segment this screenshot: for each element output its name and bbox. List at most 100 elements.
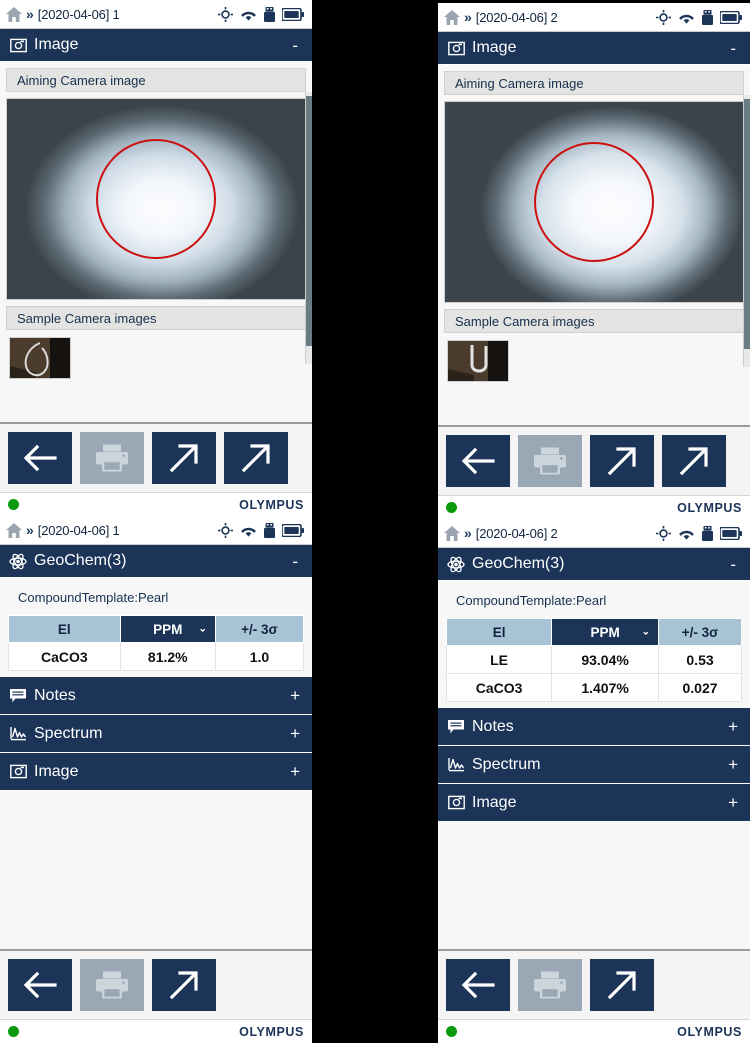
- expand-toggle[interactable]: +: [290, 763, 300, 780]
- section-header-geochem-3-[interactable]: GeoChem(3) -: [438, 548, 750, 581]
- section-header-image[interactable]: Image -: [438, 32, 750, 65]
- device-screen-left-top: » [2020-04-06] 1 Image - Aiming Camera image…: [0, 0, 312, 516]
- scrollbar-thumb[interactable]: [306, 96, 312, 346]
- status-led: [8, 1026, 19, 1037]
- chevron-right-icon[interactable]: »: [464, 10, 472, 24]
- chevron-right-icon[interactable]: »: [26, 523, 34, 537]
- section-header-image[interactable]: Image -: [0, 29, 312, 62]
- image-scrollbar[interactable]: [743, 95, 750, 367]
- breadcrumb: [2020-04-06] 2: [475, 525, 558, 541]
- table-row: CaCO3 81.2% 1.0: [8, 642, 305, 671]
- camera-icon: [446, 795, 466, 810]
- section-title: GeoChem(3): [34, 552, 127, 569]
- aiming-reticle-circle: [96, 139, 216, 259]
- accordion-row-spectrum[interactable]: Spectrum +: [438, 746, 750, 784]
- home-icon[interactable]: [6, 522, 22, 538]
- expand-toggle[interactable]: +: [290, 725, 300, 742]
- geochem-panel-body: CompoundTemplate:Pearl El PPM ⌄ +/- 3σ LE 93.0…: [438, 581, 750, 949]
- toolbar: [0, 949, 312, 1019]
- accordion-row-spectrum[interactable]: Spectrum +: [0, 715, 312, 753]
- accordion-row-image[interactable]: Image +: [438, 784, 750, 822]
- status-bar: » [2020-04-06] 2: [438, 519, 750, 548]
- results-table: El PPM ⌄ +/- 3σ CaCO3 81.2% 1.0: [8, 615, 305, 671]
- table-cell: 81.2%: [119, 642, 216, 671]
- breadcrumb: [2020-04-06] 1: [37, 6, 120, 22]
- print-button[interactable]: [518, 959, 582, 1011]
- home-icon[interactable]: [6, 6, 22, 22]
- table-cell: LE: [445, 645, 553, 674]
- table-row: LE 93.04% 0.53: [445, 645, 742, 674]
- notes-icon: [446, 719, 466, 734]
- section-title: GeoChem(3): [472, 555, 565, 572]
- expand-toggle[interactable]: +: [728, 718, 738, 735]
- aiming-camera-photo[interactable]: [444, 101, 744, 303]
- sample-camera-label: Sample Camera images: [444, 309, 744, 333]
- export-button-2[interactable]: [662, 435, 726, 487]
- export-button-1[interactable]: [590, 959, 654, 1011]
- column-header-ppm[interactable]: PPM ⌄: [119, 615, 216, 643]
- chevron-down-icon[interactable]: ⌄: [642, 627, 650, 638]
- usb-drive-icon: [264, 6, 275, 22]
- notes-icon: [8, 688, 28, 703]
- home-icon[interactable]: [444, 525, 460, 541]
- print-button[interactable]: [80, 432, 144, 484]
- sample-thumbnail[interactable]: [9, 337, 71, 379]
- back-button[interactable]: [8, 432, 72, 484]
- column-header-error[interactable]: +/- 3σ: [658, 618, 742, 646]
- column-header-element[interactable]: El: [445, 618, 553, 646]
- table-cell: 1.0: [214, 642, 305, 671]
- battery-icon: [720, 526, 742, 540]
- wifi-icon: [678, 527, 695, 540]
- table-cell: CaCO3: [445, 673, 553, 702]
- expand-toggle[interactable]: +: [290, 687, 300, 704]
- print-button[interactable]: [80, 959, 144, 1011]
- target-icon: [218, 522, 233, 538]
- accordion-row-image[interactable]: Image +: [0, 753, 312, 791]
- image-panel-body: Aiming Camera image Sample Camera images: [0, 62, 312, 422]
- export-button-1[interactable]: [152, 432, 216, 484]
- accordion-row-notes[interactable]: Notes +: [0, 677, 312, 715]
- table-cell: 0.53: [658, 645, 742, 674]
- scrollbar-thumb[interactable]: [744, 99, 750, 349]
- camera-icon: [8, 38, 28, 53]
- accordion-label: Spectrum: [34, 724, 103, 742]
- section-header-geochem-3-[interactable]: GeoChem(3) -: [0, 545, 312, 578]
- expand-toggle[interactable]: +: [728, 794, 738, 811]
- results-table: El PPM ⌄ +/- 3σ LE 93.04% 0.53 CaCO3 1.407% 0.027: [445, 618, 742, 702]
- collapse-toggle[interactable]: -: [730, 556, 738, 573]
- chevron-right-icon[interactable]: »: [26, 7, 34, 21]
- device-screen-right-top: » [2020-04-06] 2 Image - Aiming Camera image…: [438, 3, 750, 519]
- back-button[interactable]: [446, 435, 510, 487]
- section-title: Image: [34, 36, 79, 53]
- screenshot-root: » [2020-04-06] 1 Image - Aiming Camera image…: [0, 0, 750, 1043]
- collapse-toggle[interactable]: -: [292, 37, 300, 54]
- footer-bar: OLYMPUS: [438, 495, 750, 519]
- expand-toggle[interactable]: +: [728, 756, 738, 773]
- column-header-label: El: [492, 624, 506, 640]
- geochem-panel-body: CompoundTemplate:Pearl El PPM ⌄ +/- 3σ CaCO3 8…: [0, 578, 312, 949]
- home-icon[interactable]: [444, 9, 460, 25]
- breadcrumb: [2020-04-06] 1: [37, 522, 120, 538]
- print-button[interactable]: [518, 435, 582, 487]
- aiming-camera-photo[interactable]: [6, 98, 306, 300]
- sample-thumbnail[interactable]: [447, 340, 509, 382]
- collapse-toggle[interactable]: -: [730, 40, 738, 57]
- export-button-1[interactable]: [590, 435, 654, 487]
- export-button-1[interactable]: [152, 959, 216, 1011]
- chevron-down-icon[interactable]: ⌄: [199, 624, 207, 635]
- table-cell: 0.027: [658, 673, 742, 702]
- back-button[interactable]: [8, 959, 72, 1011]
- chevron-right-icon[interactable]: »: [464, 526, 472, 540]
- column-header-ppm[interactable]: PPM ⌄: [551, 618, 660, 646]
- column-header-element[interactable]: El: [8, 615, 121, 643]
- image-scrollbar[interactable]: [305, 92, 312, 364]
- column-header-label: +/- 3σ: [681, 624, 719, 640]
- export-button-2[interactable]: [224, 432, 288, 484]
- column-header-error[interactable]: +/- 3σ: [214, 615, 305, 643]
- accordion-row-notes[interactable]: Notes +: [438, 708, 750, 746]
- spectrum-icon: [446, 757, 466, 772]
- aiming-camera-label: Aiming Camera image: [6, 68, 306, 92]
- target-icon: [656, 9, 671, 25]
- back-button[interactable]: [446, 959, 510, 1011]
- collapse-toggle[interactable]: -: [292, 553, 300, 570]
